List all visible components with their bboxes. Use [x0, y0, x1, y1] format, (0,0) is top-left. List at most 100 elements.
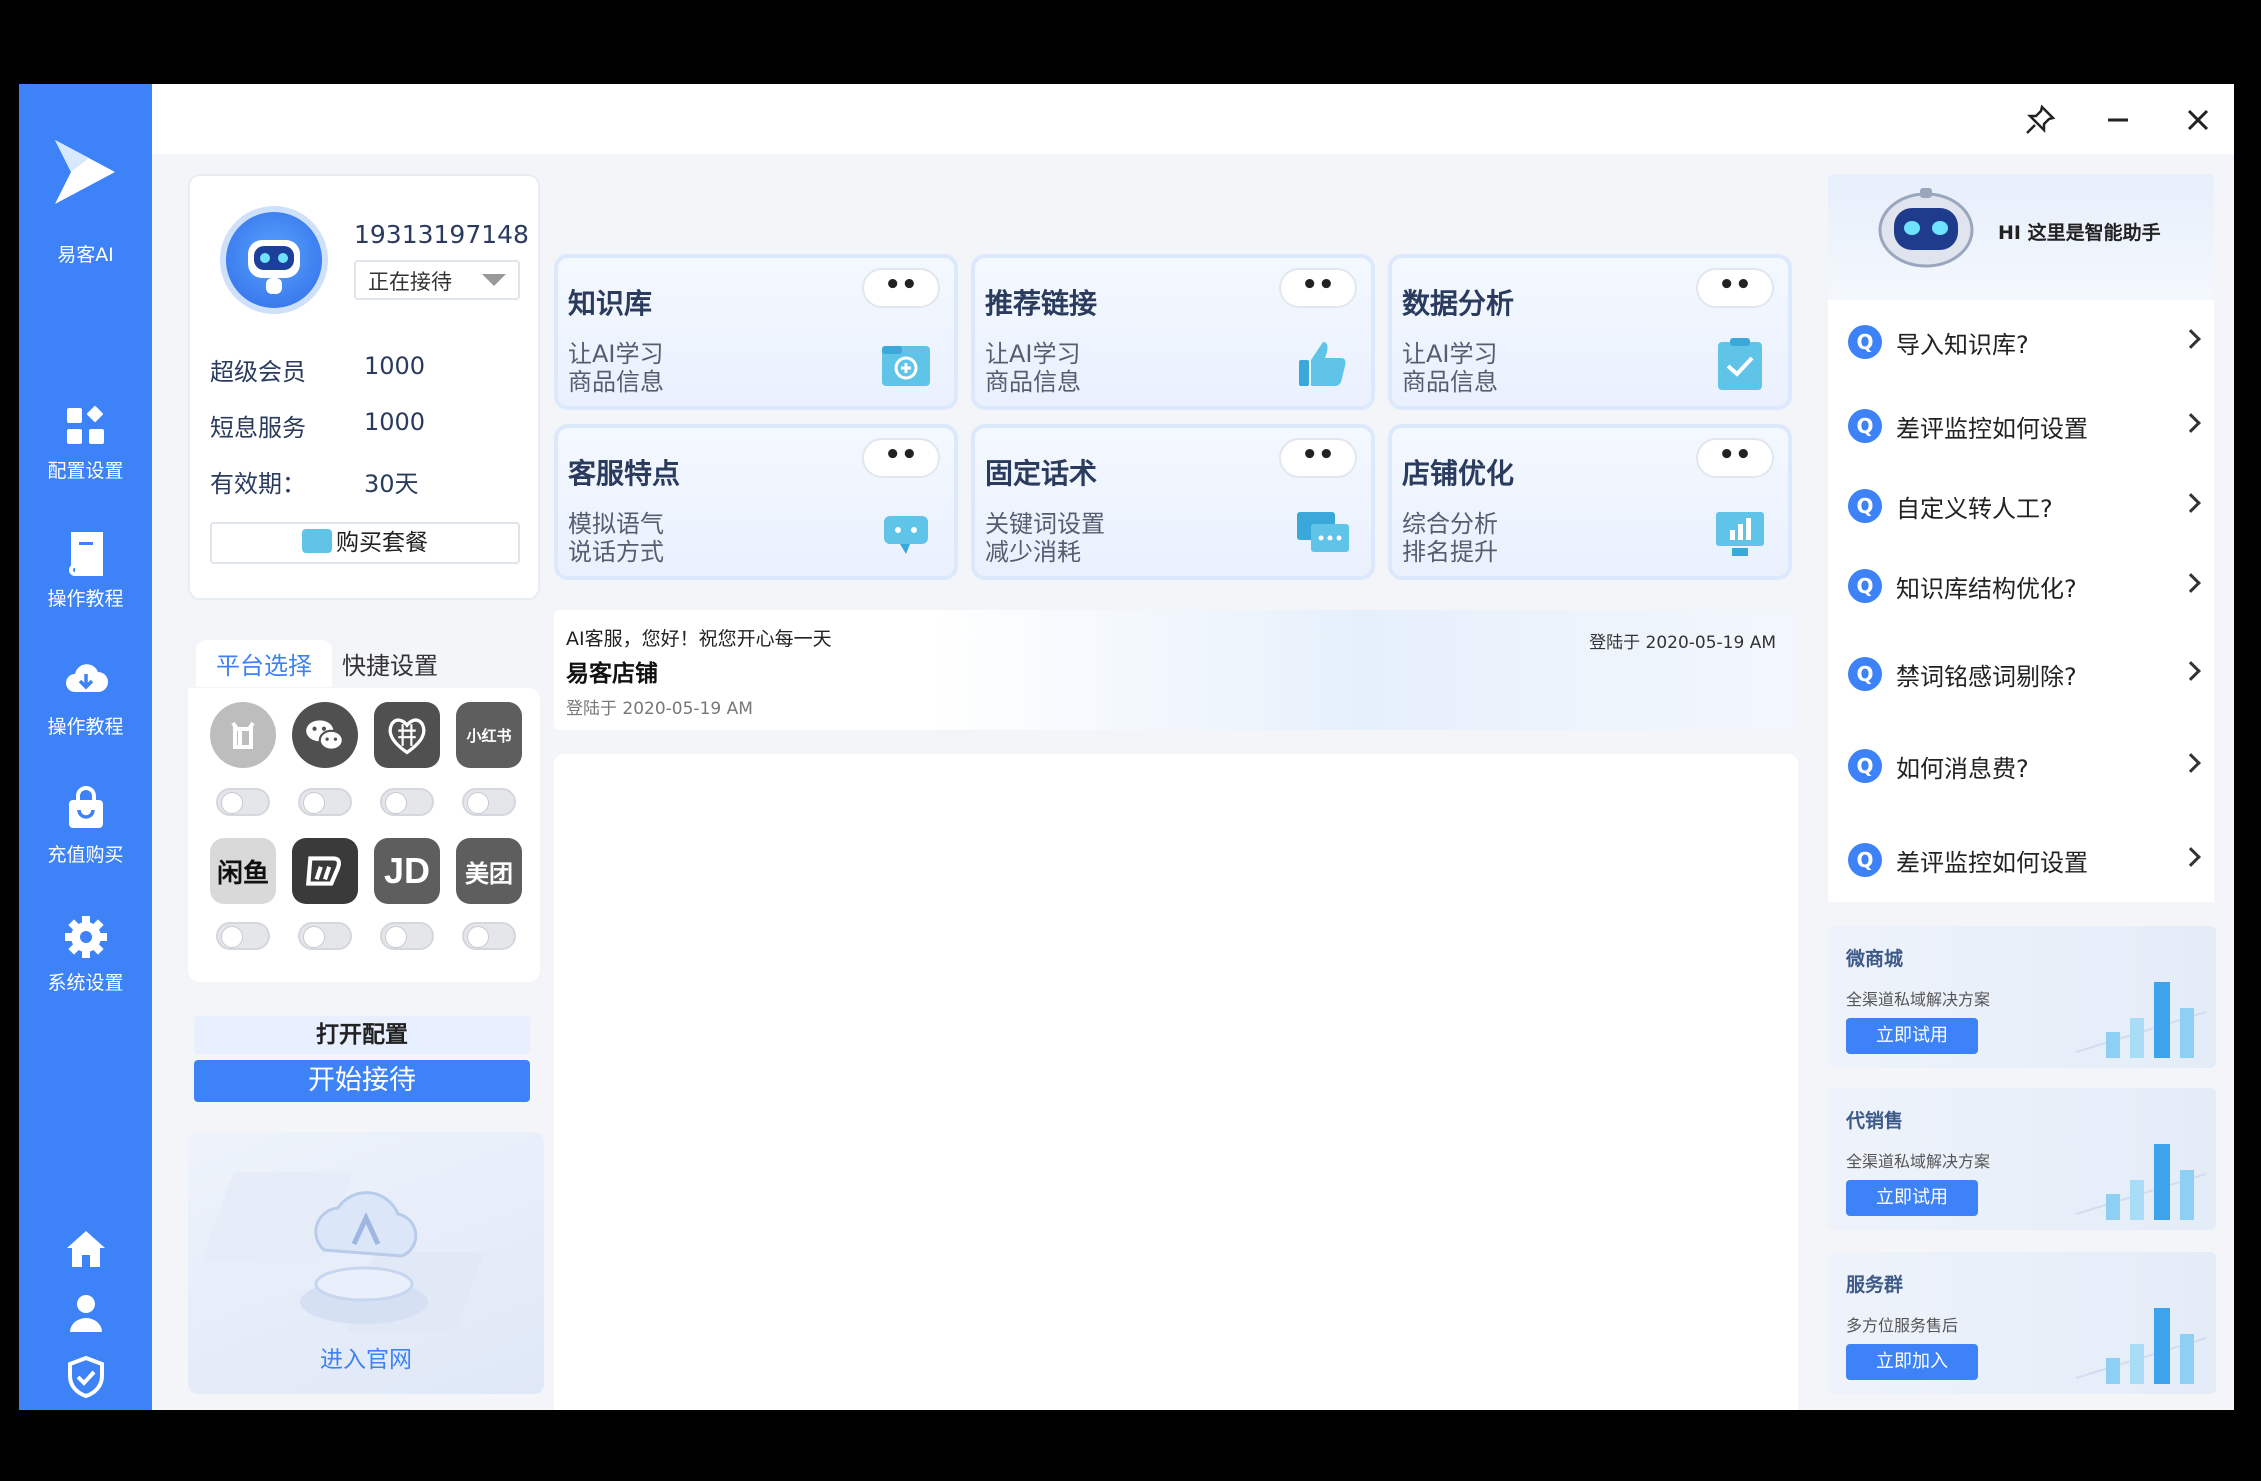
jd-icon[interactable]: JD — [374, 838, 440, 904]
monitor-chart-icon — [1716, 512, 1764, 556]
content-area: 19313197148 正在接待 超级会员 1000 短息服务 1000 有效期… — [152, 154, 2234, 1410]
xiaohongshu-icon[interactable]: 小红书 — [456, 702, 522, 768]
feature-card-service-style[interactable]: 客服特点 模拟语气 说话方式 •• — [554, 424, 958, 580]
wallet-icon — [302, 529, 332, 553]
feature-card-recommend-link[interactable]: 推荐链接 让AI学习 商品信息 •• — [971, 254, 1375, 410]
shop-name: 易客店铺 — [566, 661, 658, 687]
info-label: 短息服务 — [210, 414, 306, 442]
info-value: 30天 — [364, 470, 419, 498]
more-button[interactable]: •• — [862, 438, 940, 478]
service-title: 服务群 — [1846, 1274, 1904, 1296]
feature-card-fixed-phrases[interactable]: 固定话术 关键词设置 减少消耗 •• — [971, 424, 1375, 580]
jd-label: JD — [383, 850, 431, 891]
book-icon — [68, 532, 103, 576]
more-button[interactable]: •• — [1696, 438, 1774, 478]
start-reception-button[interactable]: 开始接待 — [194, 1060, 530, 1102]
faq-item[interactable]: Q 禁词铭感词剔除? — [1848, 650, 2201, 698]
more-button[interactable]: •• — [1279, 438, 1357, 478]
tab-shortcut[interactable]: 快捷设置 — [322, 640, 458, 687]
open-config-button[interactable]: 打开配置 — [194, 1016, 530, 1054]
sidebar-item-label: 系统设置 — [47, 972, 124, 994]
q-icon: Q — [1848, 489, 1882, 523]
main-panel — [554, 754, 1798, 1410]
shield-icon[interactable] — [63, 1354, 109, 1400]
toggle-douyin[interactable] — [216, 788, 270, 816]
info-label: 有效期： — [210, 470, 306, 498]
buy-package-label: 购买套餐 — [336, 530, 428, 556]
message-icon — [1297, 512, 1349, 552]
thumbs-up-icon — [1299, 342, 1346, 386]
minimize-icon[interactable] — [2100, 102, 2136, 138]
bar-chart-decoration — [2076, 1308, 2206, 1384]
wechat-icon[interactable] — [292, 702, 358, 768]
service-card-microshop: 微商城 全渠道私域解决方案 立即试用 — [1828, 926, 2216, 1068]
try-now-button[interactable]: 立即试用 — [1846, 1180, 1978, 1216]
buy-package-button[interactable]: 购买套餐 — [210, 522, 520, 564]
pinduoduo-icon[interactable] — [374, 702, 440, 768]
faq-item[interactable]: Q 差评监控如何设置 — [1848, 402, 2201, 450]
bar-chart-decoration — [2076, 982, 2206, 1058]
more-button[interactable]: •• — [1279, 268, 1357, 308]
faq-item[interactable]: Q 导入知识库? — [1848, 318, 2201, 366]
toggle-dewu[interactable] — [298, 922, 352, 950]
sidebar-item-tutorial[interactable]: 操作教程 — [19, 530, 152, 611]
faq-item[interactable]: Q 如何消息费? — [1848, 742, 2201, 790]
feature-desc: 让AI学习 商品信息 — [985, 340, 1081, 396]
sidebar: 易客AI 配置设置 操作教程 操作教程 充值购买 系统设置 — [19, 84, 152, 1410]
q-icon: Q — [1848, 409, 1882, 443]
knowledge-icon — [882, 346, 930, 386]
feature-title: 客服特点 — [568, 457, 681, 490]
official-site-link[interactable]: 进入官网 — [188, 1340, 544, 1374]
sidebar-item-tutorial-download[interactable]: 操作教程 — [19, 658, 152, 739]
pin-icon[interactable] — [2022, 102, 2058, 138]
robot-icon — [1878, 188, 1974, 268]
feature-card-data-analysis[interactable]: 数据分析 让AI学习 商品信息 •• — [1388, 254, 1792, 410]
user-icon[interactable] — [63, 1290, 109, 1336]
tab-platform[interactable]: 平台选择 — [196, 640, 332, 687]
sidebar-item-purchase[interactable]: 充值购买 — [19, 786, 152, 867]
service-card-service-group: 服务群 多方位服务售后 立即加入 — [1828, 1252, 2216, 1394]
faq-item[interactable]: Q 自定义转人工? — [1848, 482, 2201, 530]
xianyu-label: 闲鱼 — [216, 858, 269, 889]
dewu-icon[interactable] — [292, 838, 358, 904]
toggle-xiaohongshu[interactable] — [462, 788, 516, 816]
service-desc: 多方位服务售后 — [1846, 1316, 1959, 1335]
avatar — [220, 206, 328, 314]
meituan-icon[interactable]: 美团 — [456, 838, 522, 904]
toggle-xianyu[interactable] — [216, 922, 270, 950]
dewu-glyph — [306, 856, 342, 886]
home-icon[interactable] — [63, 1226, 109, 1272]
more-button[interactable]: •• — [1696, 268, 1774, 308]
chevron-right-icon — [2181, 573, 2201, 593]
toggle-wechat[interactable] — [298, 788, 352, 816]
toggle-pinduoduo[interactable] — [380, 788, 434, 816]
douyin-icon[interactable] — [210, 702, 276, 768]
faq-item[interactable]: Q 知识库结构优化? — [1848, 562, 2201, 610]
faq-text: 知识库结构优化? — [1896, 574, 2077, 603]
feature-card-shop-optimize[interactable]: 店铺优化 综合分析 排名提升 •• — [1388, 424, 1792, 580]
feature-title: 固定话术 — [985, 457, 1098, 490]
app-window: 易客AI 配置设置 操作教程 操作教程 充值购买 系统设置 1931319714… — [19, 84, 2234, 1410]
faq-text: 禁词铭感词剔除? — [1896, 662, 2077, 691]
xiaohongshu-label: 小红书 — [466, 726, 512, 745]
info-label: 超级会员 — [210, 358, 306, 386]
more-button[interactable]: •• — [862, 268, 940, 308]
sidebar-item-settings[interactable]: 系统设置 — [19, 914, 152, 995]
status-dropdown[interactable]: 正在接待 — [354, 260, 520, 300]
try-now-button[interactable]: 立即试用 — [1846, 1018, 1978, 1054]
service-title: 微商城 — [1846, 948, 1904, 970]
faq-item[interactable]: Q 差评监控如何设置 — [1848, 836, 2201, 884]
feature-card-knowledge[interactable]: 知识库 让AI学习 商品信息 •• — [554, 254, 958, 410]
chevron-right-icon — [2181, 847, 2201, 867]
feature-desc: 让AI学习 商品信息 — [568, 340, 664, 396]
xianyu-icon[interactable]: 闲鱼 — [210, 838, 276, 904]
faq-text: 自定义转人工? — [1896, 494, 2053, 523]
join-now-button[interactable]: 立即加入 — [1846, 1344, 1978, 1380]
shopping-bag-icon — [68, 786, 103, 828]
toggle-jd[interactable] — [380, 922, 434, 950]
robot-avatar-icon — [248, 240, 300, 294]
promo-card: 进入官网 — [188, 1132, 544, 1394]
sidebar-item-config[interactable]: 配置设置 — [19, 402, 152, 483]
close-icon[interactable] — [2180, 102, 2216, 138]
toggle-meituan[interactable] — [462, 922, 516, 950]
